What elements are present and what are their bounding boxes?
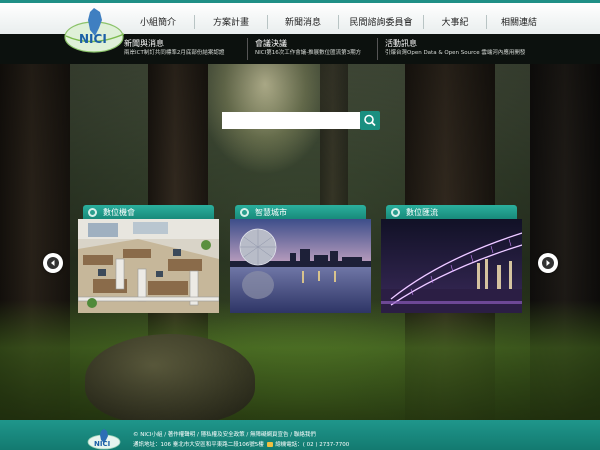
card-digital-opportunity[interactable]: 數位機會 bbox=[78, 205, 219, 313]
bullet-icon bbox=[391, 207, 400, 217]
event-summary[interactable]: 引爆台灣Open Data & Open Source 雲端河內應用開發 bbox=[385, 49, 525, 58]
event-item[interactable]: 活動訊息 引爆台灣Open Data & Open Source 雲端河內應用開… bbox=[385, 38, 525, 58]
card-tab[interactable]: 數位機會 bbox=[83, 205, 214, 219]
footer-address-text: 通訊地址：106 臺北市大安區和平東路二段106號5樓 bbox=[133, 442, 264, 448]
bridge-image[interactable] bbox=[381, 219, 522, 313]
card-tab[interactable]: 智慧城市 bbox=[235, 205, 366, 219]
card-smart-city[interactable]: 智慧城市 bbox=[230, 205, 371, 313]
card-label: 智慧城市 bbox=[255, 207, 287, 217]
footer-nici-logo[interactable]: NICI bbox=[86, 428, 122, 450]
nav-item-advisory-committee[interactable]: 民間諮詢委員會 bbox=[339, 15, 423, 28]
phone-icon bbox=[266, 442, 273, 447]
nav-item-links[interactable]: 相關連結 bbox=[487, 15, 551, 28]
footer-address: 通訊地址：106 臺北市大安區和平東路二段106號5樓 總機電話：( 02 ) … bbox=[133, 440, 349, 448]
prev-arrow-button[interactable] bbox=[43, 253, 63, 273]
event-title[interactable]: 活動訊息 bbox=[385, 38, 525, 49]
card-label: 數位匯流 bbox=[406, 207, 438, 217]
nav-item-news[interactable]: 新聞消息 bbox=[268, 15, 338, 28]
bullet-icon bbox=[88, 207, 97, 217]
nav-item-about[interactable]: 小組簡介 bbox=[122, 15, 194, 28]
card-digital-convergence[interactable]: 數位匯流 bbox=[381, 205, 522, 313]
office-image[interactable] bbox=[78, 219, 219, 313]
search-button[interactable] bbox=[360, 111, 380, 130]
bullet-icon bbox=[240, 207, 249, 217]
card-label: 數位機會 bbox=[103, 207, 135, 217]
footer-links[interactable]: © NICI小組 / 著作權聲明 / 隱私權及安全政策 / 無障礙網頁宣告 / … bbox=[133, 430, 316, 438]
svg-text:NICI: NICI bbox=[79, 32, 107, 46]
news-title[interactable]: 新聞與消息 bbox=[124, 38, 224, 49]
nav-item-programs[interactable]: 方案計畫 bbox=[195, 15, 267, 28]
nav-item-timeline[interactable]: 大事紀 bbox=[424, 15, 486, 28]
news-item[interactable]: 新聞與消息 兩岸ICT制訂共同標準2月底部份結案認證 bbox=[124, 38, 224, 58]
nici-logo[interactable]: NICI bbox=[62, 6, 132, 56]
card-tab[interactable]: 數位匯流 bbox=[386, 205, 517, 219]
meeting-summary[interactable]: NICI第16次工作會議-推展數位匯流第3期方 bbox=[255, 49, 361, 58]
main-nav: 小組簡介 方案計畫 新聞消息 民間諮詢委員會 大事紀 相關連結 bbox=[122, 6, 551, 37]
news-summary[interactable]: 兩岸ICT制訂共同標準2月底部份結案認證 bbox=[124, 49, 224, 58]
footer-phone-text: 總機電話：( 02 ) 2737-7700 bbox=[275, 442, 350, 448]
search-icon bbox=[364, 114, 376, 127]
arrow-right-icon bbox=[542, 257, 554, 269]
search-box bbox=[222, 111, 380, 130]
arrow-left-icon bbox=[47, 257, 59, 269]
svg-text:NICI: NICI bbox=[94, 440, 110, 448]
next-arrow-button[interactable] bbox=[538, 253, 558, 273]
meeting-title[interactable]: 會議決議 bbox=[255, 38, 361, 49]
meeting-item[interactable]: 會議決議 NICI第16次工作會議-推展數位匯流第3期方 bbox=[255, 38, 361, 58]
city-image[interactable] bbox=[230, 219, 371, 313]
search-input[interactable] bbox=[222, 112, 360, 129]
